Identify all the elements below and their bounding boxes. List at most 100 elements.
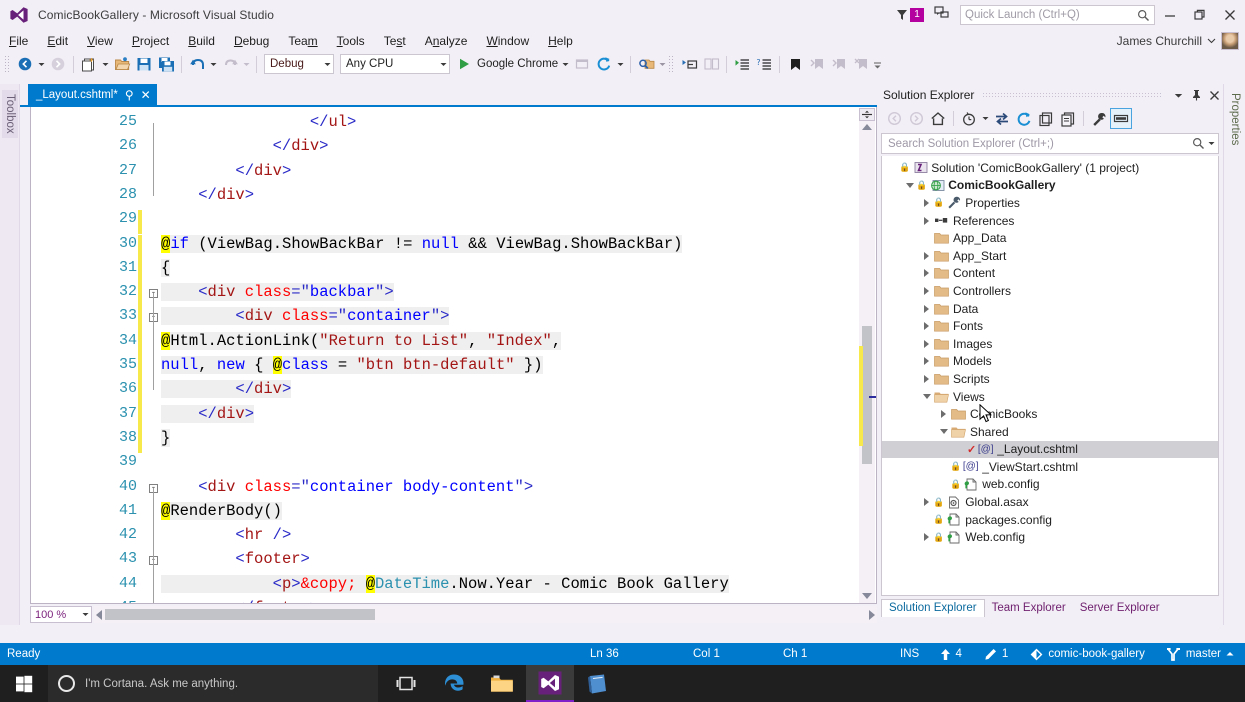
pin-icon[interactable]: ⚲ xyxy=(125,89,134,101)
uncomment-selection-button[interactable]: ? xyxy=(753,53,775,75)
editor-horizontal-scrollbar[interactable] xyxy=(94,606,877,623)
se-tab-server-explorer[interactable]: Server Explorer xyxy=(1073,600,1167,617)
se-properties-button[interactable] xyxy=(1088,108,1110,129)
navigate-back-button[interactable] xyxy=(14,53,36,75)
tree-item-layout-cshtml[interactable]: ✓ [@] _Layout.cshtml xyxy=(882,440,1218,459)
panel-pin-button[interactable] xyxy=(1187,85,1205,105)
start-debugging-button[interactable] xyxy=(453,53,475,75)
code-line[interactable]: <hr /> xyxy=(161,526,291,544)
expand-triangle-icon[interactable] xyxy=(920,251,933,260)
collapse-triangle-icon[interactable] xyxy=(903,182,916,188)
code-line[interactable]: </div> xyxy=(161,380,292,399)
code-line[interactable]: null, new { @class = "btn btn-default" }… xyxy=(161,356,543,374)
menu-window[interactable]: Window xyxy=(477,32,538,50)
visual-studio-button[interactable] xyxy=(526,665,574,702)
se-tab-solution-explorer[interactable]: Solution Explorer xyxy=(881,599,985,617)
tree-item-models[interactable]: Models xyxy=(882,353,1218,371)
scroll-right-arrow[interactable] xyxy=(869,609,875,620)
tree-item-comicbookgallery[interactable]: 🔒 ComicBookGallery xyxy=(882,177,1218,195)
tree-item-solution-comicbookgallery-1-project[interactable]: 🔒 Solution 'ComicBookGallery' (1 project) xyxy=(882,159,1218,177)
se-pending-changes-dropdown[interactable] xyxy=(980,108,991,130)
collapse-triangle-icon[interactable] xyxy=(920,394,933,400)
solution-platform-combo[interactable]: Any CPU xyxy=(340,54,450,74)
expand-triangle-icon[interactable] xyxy=(920,357,933,366)
toolbar-grip-2[interactable] xyxy=(668,55,676,73)
code-line[interactable]: </div> xyxy=(161,404,255,423)
hscroll-track[interactable] xyxy=(105,609,866,620)
collapse-triangle-icon[interactable] xyxy=(937,429,950,435)
browser-select-button[interactable] xyxy=(571,53,593,75)
panel-menu-button[interactable] xyxy=(1169,85,1187,105)
code-line[interactable]: </div> xyxy=(161,137,329,155)
se-back-button[interactable] xyxy=(883,108,905,129)
status-pending-changes[interactable]: 4 xyxy=(929,643,973,665)
se-forward-button[interactable] xyxy=(905,108,927,129)
file-explorer-button[interactable] xyxy=(478,665,526,702)
expand-triangle-icon[interactable] xyxy=(920,286,933,295)
redo-button[interactable] xyxy=(219,53,241,75)
close-button[interactable] xyxy=(1215,0,1245,30)
expand-triangle-icon[interactable] xyxy=(920,216,933,225)
expand-triangle-icon[interactable] xyxy=(920,198,933,207)
refresh-linked-button[interactable] xyxy=(593,53,615,75)
tree-item-properties[interactable]: 🔒 Properties xyxy=(882,194,1218,212)
menu-build[interactable]: Build xyxy=(179,32,224,50)
avatar[interactable] xyxy=(1221,31,1239,50)
navigate-back-dropdown[interactable] xyxy=(36,53,47,75)
edge-button[interactable] xyxy=(430,665,478,702)
save-all-button[interactable] xyxy=(155,53,177,75)
tree-item-images[interactable]: Images xyxy=(882,335,1218,353)
status-edits[interactable]: 1 xyxy=(973,643,1019,665)
scroll-up-arrow[interactable] xyxy=(862,124,872,130)
scroll-left-arrow[interactable] xyxy=(96,609,102,620)
menu-test[interactable]: Test xyxy=(375,32,415,50)
expand-triangle-icon[interactable] xyxy=(937,410,950,419)
solution-explorer-search-input[interactable]: Search Solution Explorer (Ctrl+;) xyxy=(881,133,1219,154)
navigate-forward-button[interactable] xyxy=(47,53,69,75)
se-home-button[interactable] xyxy=(927,108,949,129)
outlining-column[interactable]: ---- xyxy=(149,107,161,603)
tree-item-global-asax[interactable]: 🔒 Global.asax xyxy=(882,493,1218,511)
se-pending-changes-button[interactable] xyxy=(958,108,980,129)
tree-item-packages-config[interactable]: 🔒 packages.config xyxy=(882,511,1218,529)
tree-item-app-start[interactable]: App_Start xyxy=(882,247,1218,265)
menu-view[interactable]: View xyxy=(78,32,122,50)
code-line[interactable]: @if (ViewBag.ShowBackBar != null && View… xyxy=(161,234,683,253)
task-view-button[interactable] xyxy=(382,665,430,702)
new-project-dropdown[interactable] xyxy=(100,53,111,75)
compare-files-button[interactable] xyxy=(700,53,722,75)
expand-triangle-icon[interactable] xyxy=(920,498,933,507)
split-view-button[interactable] xyxy=(859,108,875,121)
expand-triangle-icon[interactable] xyxy=(920,304,933,313)
start-debugging-label[interactable]: Google Chrome xyxy=(475,58,560,70)
expand-triangle-icon[interactable] xyxy=(920,322,933,331)
quick-launch-input[interactable]: Quick Launch (Ctrl+Q) xyxy=(960,5,1155,25)
expand-triangle-icon[interactable] xyxy=(920,533,933,542)
menu-project[interactable]: Project xyxy=(123,32,178,50)
status-branch[interactable]: master xyxy=(1156,643,1245,665)
new-project-button[interactable] xyxy=(78,53,100,75)
tree-item-references[interactable]: References xyxy=(882,212,1218,230)
close-icon[interactable]: ✕ xyxy=(141,89,151,101)
tree-item-scripts[interactable]: Scripts xyxy=(882,370,1218,388)
zoom-combo[interactable]: 100 % xyxy=(30,606,92,623)
code-editor[interactable]: 25 26 27 28 29 30 31 32 33 34 35 36 37 38 39 40 41 42 43 44… xyxy=(30,107,877,604)
tree-item-viewstart-cshtml[interactable]: 🔒 [@] _ViewStart.cshtml xyxy=(882,458,1218,476)
menu-debug[interactable]: Debug xyxy=(225,32,278,50)
save-button[interactable] xyxy=(133,53,155,75)
solution-tree[interactable]: 🔒 Solution 'ComicBookGallery' (1 project)… xyxy=(881,156,1219,596)
account-dropdown-icon[interactable] xyxy=(1207,32,1216,50)
tree-item-controllers[interactable]: Controllers xyxy=(882,282,1218,300)
code-line[interactable]: <div class="container body-content"> xyxy=(161,478,533,496)
notifications-button[interactable]: 1 xyxy=(895,8,924,22)
toolbar-grip[interactable] xyxy=(4,55,11,73)
se-show-all-files-button[interactable] xyxy=(1057,108,1079,129)
code-line[interactable]: </ul> xyxy=(161,113,357,131)
tree-item-shared[interactable]: Shared xyxy=(882,423,1218,441)
chevron-down-icon[interactable] xyxy=(1208,140,1215,147)
navigate-to-button[interactable] xyxy=(678,53,700,75)
se-collapse-all-button[interactable] xyxy=(1035,108,1057,129)
document-tab-layout-cshtml[interactable]: _Layout.cshtml* ⚲ ✕ xyxy=(28,84,157,106)
minimize-button[interactable] xyxy=(1155,0,1185,30)
code-line[interactable]: @Html.ActionLink("Return to List", "Inde… xyxy=(161,331,562,350)
